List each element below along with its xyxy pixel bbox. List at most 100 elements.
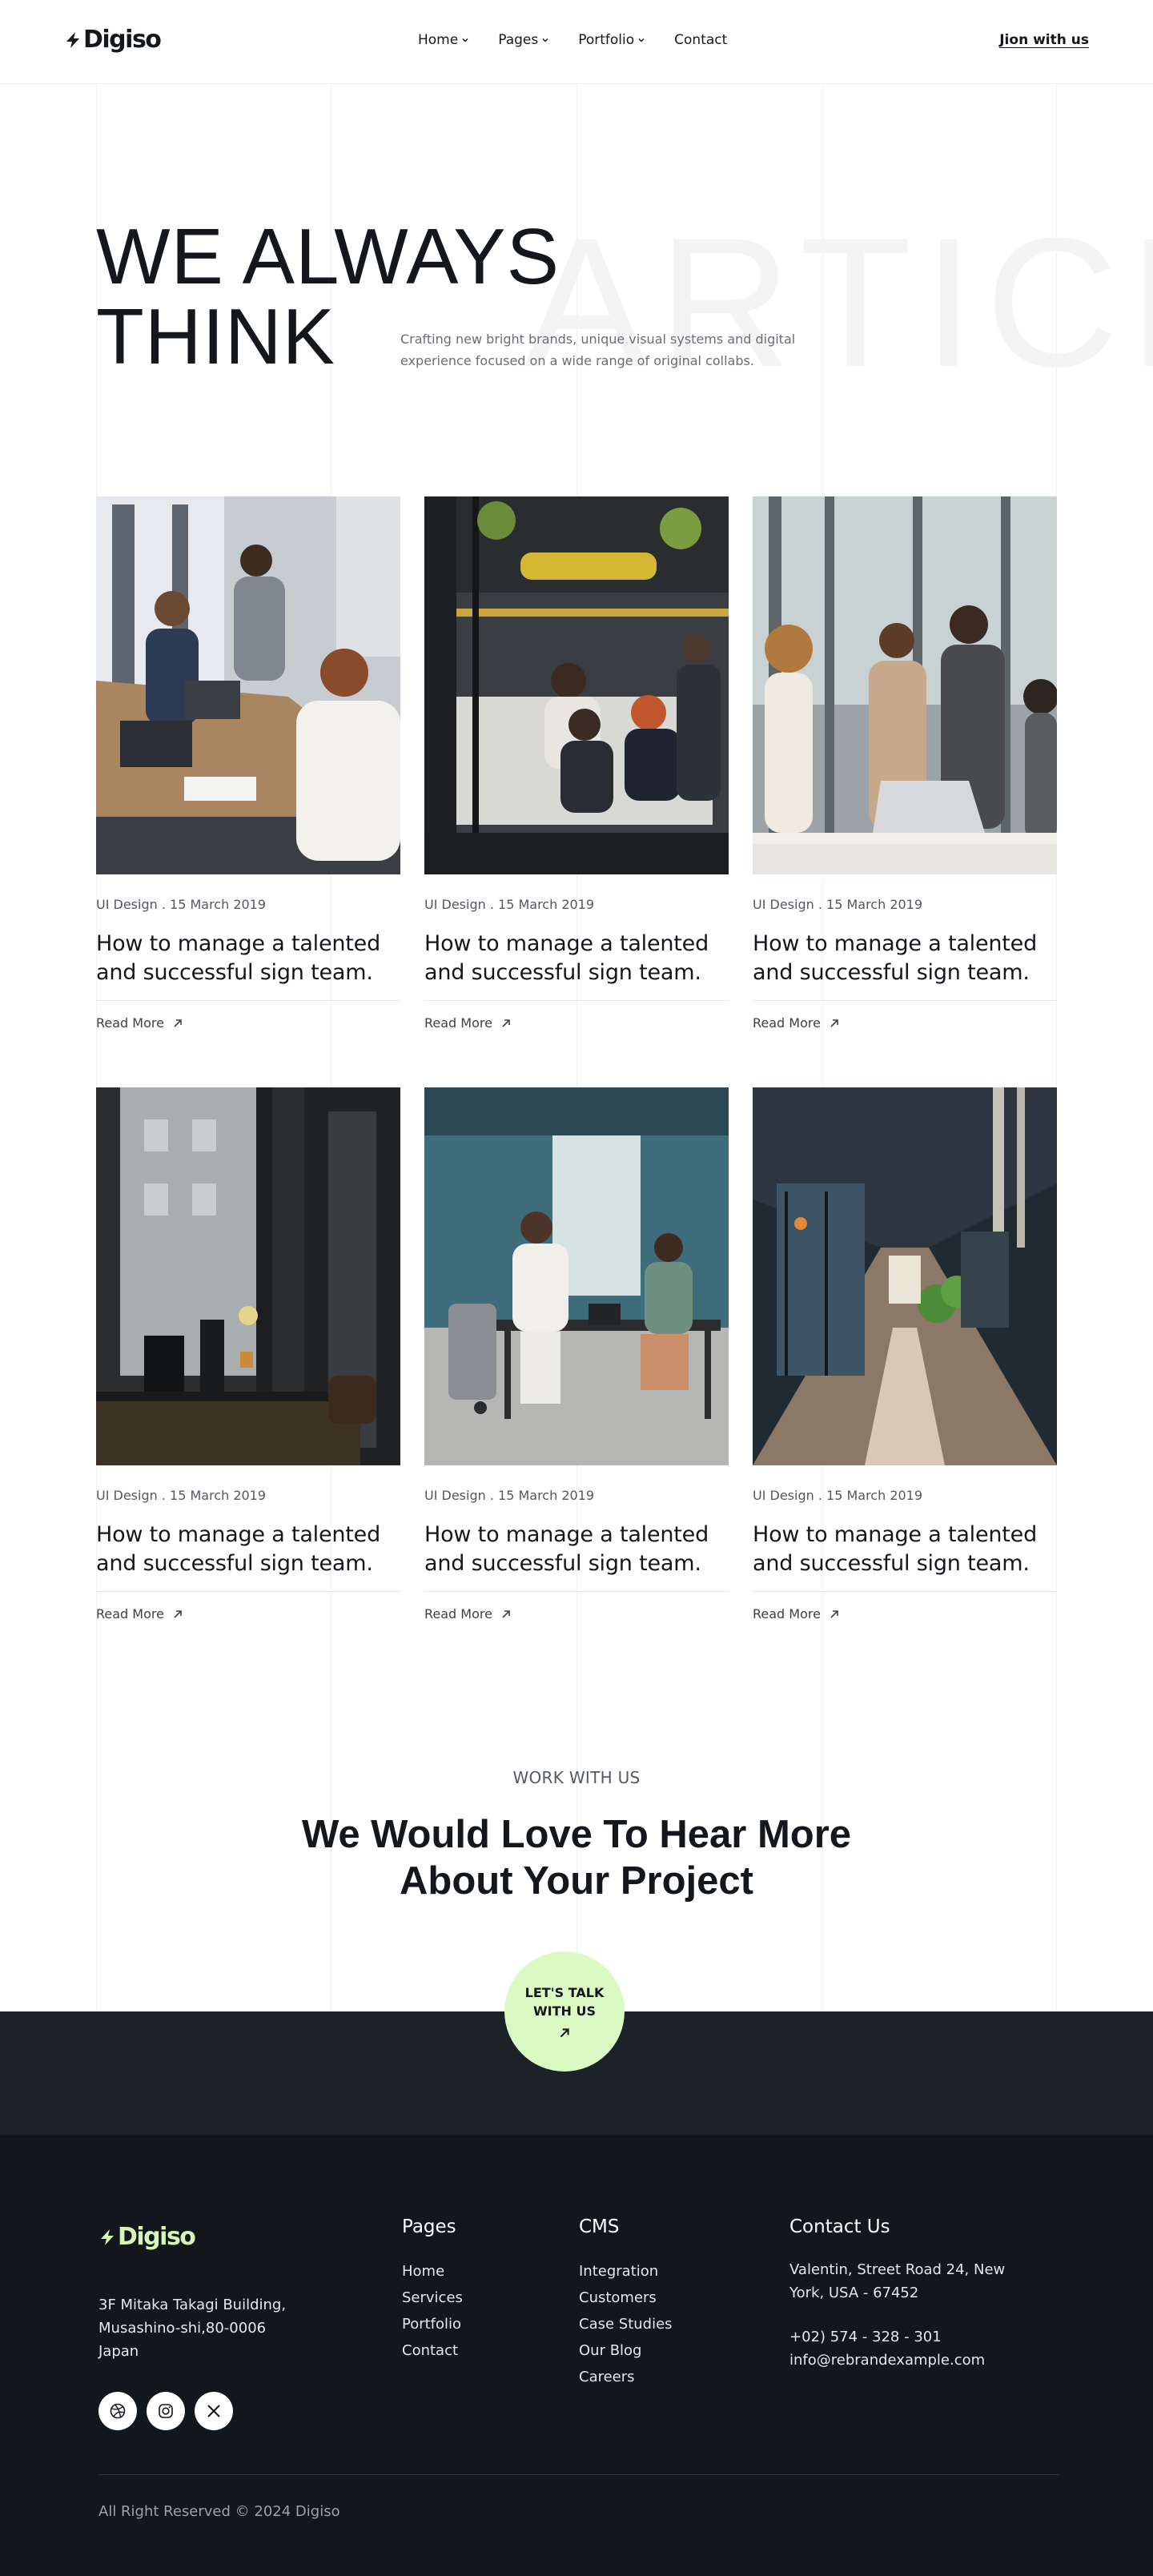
arrow-up-right-icon: [174, 1019, 182, 1027]
footer-link-portfolio[interactable]: Portfolio: [402, 2311, 463, 2337]
read-more-link[interactable]: Read More: [96, 1606, 400, 1622]
dribbble-link[interactable]: [98, 2392, 137, 2430]
nav-item-contact[interactable]: Contact: [674, 32, 727, 48]
address-line: Japan: [98, 2343, 139, 2360]
nav-label: Pages: [498, 32, 539, 48]
article-title[interactable]: How to manage a talented and successful …: [96, 930, 400, 987]
divider: [96, 1000, 400, 1001]
arrow-up-right-icon: [502, 1609, 510, 1618]
read-more-link[interactable]: Read More: [424, 1015, 729, 1031]
cta-title-line: We Would Love To Hear More: [301, 1813, 852, 1856]
footer-address: 3F Mitaka Takagi Building, Musashino-shi…: [98, 2293, 339, 2363]
logo-bolt-icon: [101, 2228, 114, 2245]
nav-label: Portfolio: [578, 32, 635, 48]
article-meta: UI Design . 15 March 2019: [424, 897, 595, 912]
footer-link-integration[interactable]: Integration: [579, 2258, 673, 2285]
article-title[interactable]: How to manage a talented and successful …: [96, 1521, 400, 1578]
contact-details: +02) 574 - 328 - 301 info@rebrandexample…: [789, 2325, 1005, 2372]
read-more-link[interactable]: Read More: [424, 1606, 729, 1622]
read-more-label: Read More: [424, 1015, 492, 1031]
dribbble-icon: [110, 2403, 126, 2419]
x-icon: [207, 2405, 220, 2417]
nav-item-home[interactable]: Home: [418, 32, 469, 48]
chevron-down-icon: [542, 38, 548, 42]
footer-contact-column: Contact Us Valentin, Street Road 24, New…: [789, 2216, 1005, 2372]
read-more-link[interactable]: Read More: [753, 1015, 1057, 1031]
contact-address: Valentin, Street Road 24, New York, USA …: [789, 2258, 1005, 2305]
footer-column-title: CMS: [579, 2216, 620, 2237]
footer-column-title: Contact Us: [789, 2216, 890, 2237]
read-more-label: Read More: [424, 1606, 492, 1622]
read-more-label: Read More: [96, 1606, 164, 1622]
footer-link-customers[interactable]: Customers: [579, 2285, 673, 2311]
read-more-link[interactable]: Read More: [96, 1015, 400, 1031]
address-line: Musashino-shi,80-0006: [98, 2320, 267, 2337]
contact-email[interactable]: info@rebrandexample.com: [789, 2352, 985, 2369]
article-title[interactable]: How to manage a talented and successful …: [753, 1521, 1057, 1578]
logo-bolt-icon: [66, 31, 79, 48]
instagram-icon: [159, 2404, 173, 2418]
lets-talk-label: LET'S TALK WITH US: [524, 1985, 605, 2019]
logo[interactable]: Digiso: [64, 26, 162, 54]
main-nav: Home Pages Portfolio Contact: [418, 32, 727, 48]
footer-link-careers[interactable]: Careers: [579, 2364, 673, 2390]
page: Digiso Home Pages Portfolio Contact Jion…: [0, 0, 1153, 2576]
hero-title-line: THINK: [96, 292, 335, 380]
nav-label: Contact: [674, 32, 728, 48]
logo-text: Digiso: [83, 26, 162, 54]
cta-title-line: About Your Project: [400, 1859, 753, 1903]
article-title[interactable]: How to manage a talented and successful …: [424, 930, 729, 987]
nav-label: Home: [418, 32, 459, 48]
footer-logo[interactable]: Digiso: [98, 2223, 196, 2251]
copyright: All Right Reserved © 2024 Digiso: [98, 2503, 340, 2520]
arrow-up-right-icon: [502, 1019, 510, 1027]
lets-talk-button[interactable]: LET'S TALK WITH US: [504, 1951, 625, 2072]
article-image[interactable]: [753, 496, 1057, 874]
site-footer: Digiso 3F Mitaka Takagi Building, Musash…: [0, 2135, 1153, 2576]
chevron-down-icon: [638, 38, 645, 42]
join-with-us-link[interactable]: Jion with us: [999, 32, 1089, 48]
article-title[interactable]: How to manage a talented and successful …: [753, 930, 1057, 987]
x-link[interactable]: [195, 2392, 233, 2430]
divider: [424, 1591, 729, 1592]
article-image[interactable]: [424, 1087, 729, 1465]
divider: [753, 1591, 1057, 1592]
arrow-up-right-icon: [560, 2028, 569, 2038]
article-meta: UI Design . 15 March 2019: [424, 1488, 595, 1503]
article-image[interactable]: [753, 1087, 1057, 1465]
hero-title-line: WE ALWAYS: [96, 212, 560, 300]
footer-link-case-studies[interactable]: Case Studies: [579, 2311, 673, 2337]
hero-background-word: ARTICLE: [524, 199, 1153, 405]
footer-pages-column: Pages Home Services Portfolio Contact: [402, 2216, 463, 2364]
logo-text: Digiso: [118, 2223, 196, 2251]
footer-cms-column: CMS Integration Customers Case Studies O…: [579, 2216, 673, 2390]
footer-link-home[interactable]: Home: [402, 2258, 463, 2285]
article-image[interactable]: [96, 496, 400, 874]
social-links: [98, 2392, 233, 2430]
nav-item-pages[interactable]: Pages: [498, 32, 549, 48]
read-more-link[interactable]: Read More: [753, 1606, 1057, 1622]
article-title[interactable]: How to manage a talented and successful …: [424, 1521, 729, 1578]
contact-address-line: York, USA - 67452: [789, 2285, 919, 2301]
article-card: UI Design . 15 March 2019 How to manage …: [96, 496, 400, 1031]
footer-link-contact[interactable]: Contact: [402, 2337, 463, 2364]
footer-link-services[interactable]: Services: [402, 2285, 463, 2311]
article-card: UI Design . 15 March 2019 How to manage …: [424, 1087, 729, 1622]
article-image[interactable]: [424, 496, 729, 874]
article-card: UI Design . 15 March 2019 How to manage …: [753, 1087, 1057, 1622]
read-more-label: Read More: [753, 1606, 821, 1622]
read-more-label: Read More: [753, 1015, 821, 1031]
article-meta: UI Design . 15 March 2019: [753, 897, 923, 912]
nav-item-portfolio[interactable]: Portfolio: [578, 32, 645, 48]
footer-link-our-blog[interactable]: Our Blog: [579, 2337, 673, 2364]
footer-divider: [98, 2474, 1059, 2475]
contact-phone[interactable]: +02) 574 - 328 - 301: [789, 2329, 942, 2345]
arrow-up-right-icon: [830, 1019, 838, 1027]
instagram-link[interactable]: [147, 2392, 185, 2430]
footer-column-title: Pages: [402, 2216, 456, 2237]
cta-title: We Would Love To Hear More About Your Pr…: [0, 1811, 1153, 1904]
article-card: UI Design . 15 March 2019 How to manage …: [424, 496, 729, 1031]
article-image[interactable]: [96, 1087, 400, 1465]
divider: [96, 1591, 400, 1592]
divider: [424, 1000, 729, 1001]
